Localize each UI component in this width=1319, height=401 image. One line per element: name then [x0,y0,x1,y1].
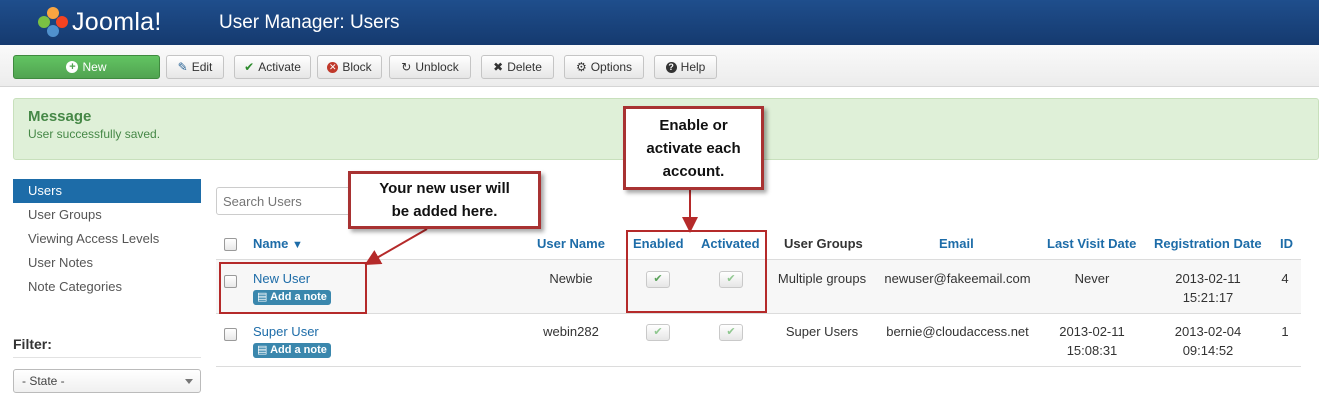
enabled-toggle[interactable]: ✔ [646,324,670,341]
check-icon: ✔ [244,60,255,74]
sidebar-item-viewing-access-levels[interactable]: Viewing Access Levels [13,227,201,251]
user-groups-cell: Multiple groups [777,271,867,286]
registration-date-cell: 2013-02-11 [1175,271,1241,286]
new-user-highlight-box [219,262,367,314]
options-button-label: Options [590,60,633,74]
page-title: User Manager: Users [219,12,400,33]
help-button-label: Help [680,60,706,74]
user-name-link[interactable]: Super User [253,324,319,339]
row-checkbox[interactable] [224,328,237,341]
help-button[interactable]: ? Help [654,55,717,79]
activated-toggle[interactable]: ✔ [719,324,743,341]
sort-chevron-down-icon: ▼ [292,239,303,251]
last-visit-time-cell: 15:08:31 [1066,343,1118,358]
enable-activate-highlight-box [626,230,767,313]
select-all-checkbox[interactable] [224,238,237,251]
question-icon: ? [665,61,677,73]
new-button[interactable]: + New [13,55,160,79]
add-note-label: Add a note [270,344,327,356]
options-button[interactable]: ⚙ Options [564,55,644,79]
block-button-label: Block [342,60,372,74]
id-cell: 4 [1281,271,1289,286]
check-icon: ✔ [726,326,736,338]
column-name-label: Name [253,236,289,251]
last-visit-cell: Never [1074,271,1110,286]
activate-button[interactable]: ✔ Activate [234,55,311,79]
message-heading: Message [28,108,92,125]
callout-line: activate each [646,140,741,157]
new-button-label: New [82,60,107,74]
email-cell: bernie@cloudaccess.net [886,324,1029,339]
delete-icon: ✖ [493,60,504,74]
column-header-user-groups: User Groups [784,236,863,251]
sidebar-item-users[interactable]: Users [13,179,201,203]
unblock-button-label: Unblock [415,60,459,74]
caret-down-icon [185,379,193,384]
gear-icon: ⚙ [575,60,587,74]
new-user-callout: Your new user will be added here. [348,171,541,229]
registration-time-cell: 09:14:52 [1182,343,1234,358]
enable-activate-callout: Enable or activate each account. [623,106,764,190]
block-button[interactable]: ✕ Block [317,55,382,79]
callout-line: Your new user will [379,180,510,197]
check-icon: ✔ [653,326,663,338]
column-header-name[interactable]: Name ▼ [253,236,303,251]
user-groups-cell: Super Users [785,324,859,339]
unblock-button[interactable]: ↻ Unblock [389,55,471,79]
column-header-email[interactable]: Email [939,236,974,251]
delete-button-label: Delete [507,60,542,74]
toolbar: + New ✎ Edit ✔ Activate ✕ Block ↻ Unbloc… [0,45,1319,87]
delete-button[interactable]: ✖ Delete [481,55,554,79]
column-header-username[interactable]: User Name [537,236,605,251]
filter-divider [13,357,201,358]
row-divider [216,366,1301,367]
callout-line: be added here. [391,203,498,220]
sidebar-item-user-notes[interactable]: User Notes [13,251,201,275]
column-header-last-visit[interactable]: Last Visit Date [1047,236,1136,251]
state-filter-value: - State - [22,374,65,388]
registration-time-cell: 15:21:17 [1182,290,1234,305]
joomla-logo-icon [38,7,68,37]
message-text: User successfully saved. [28,127,161,141]
logo-text: Joomla! [72,7,162,36]
callout-line: account. [662,163,725,180]
sidebar-item-note-categories[interactable]: Note Categories [13,275,201,299]
state-filter-select[interactable]: - State - [13,369,201,393]
id-cell: 1 [1281,324,1289,339]
header-bar: Joomla! User Manager: Users [0,0,1319,45]
sidebar-item-user-groups[interactable]: User Groups [13,203,201,227]
last-visit-cell: 2013-02-11 [1059,324,1125,339]
column-header-registration[interactable]: Registration Date [1154,236,1262,251]
add-note-button[interactable]: ▤ Add a note [253,343,331,358]
filter-label: Filter: [13,336,52,352]
plus-circle-icon: + [66,61,79,73]
edit-button[interactable]: ✎ Edit [166,55,224,79]
column-header-id[interactable]: ID [1280,236,1293,251]
edit-icon: ✎ [177,60,188,74]
note-card-icon: ▤ [257,344,268,356]
callout-arrow [364,228,428,265]
registration-date-cell: 2013-02-04 [1174,324,1242,339]
row-divider [216,313,1301,314]
edit-button-label: Edit [191,60,213,74]
username-cell: webin282 [543,324,599,339]
block-icon: ✕ [327,61,339,73]
refresh-icon: ↻ [401,60,412,74]
search-input[interactable] [216,187,356,215]
email-cell: newuser@fakeemail.com [884,271,1031,286]
activate-button-label: Activate [258,60,301,74]
joomla-logo[interactable]: Joomla! [38,6,162,38]
username-cell: Newbie [549,271,593,286]
callout-line: Enable or [659,117,728,134]
